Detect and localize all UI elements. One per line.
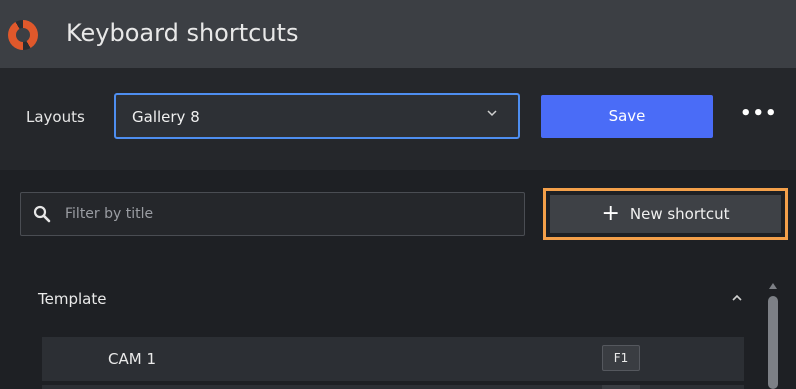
plus-icon: + [601, 201, 620, 226]
scroll-up-arrow-icon[interactable] [769, 283, 777, 289]
layouts-select-value: Gallery 8 [132, 108, 200, 126]
filter-input[interactable] [65, 204, 505, 224]
new-shortcut-button[interactable]: + New shortcut [550, 195, 781, 233]
layouts-toolbar: Layouts Gallery 8 Save ••• [0, 68, 796, 170]
chevron-down-icon [487, 110, 497, 117]
app-logo-icon [8, 20, 38, 50]
search-icon [33, 205, 51, 223]
more-options-button[interactable]: ••• [740, 103, 777, 127]
title-bar: Keyboard shortcuts [0, 0, 796, 68]
chevron-up-icon[interactable] [730, 292, 744, 304]
scrollbar-thumb[interactable] [768, 296, 778, 389]
new-shortcut-label: New shortcut [629, 205, 730, 223]
layouts-label: Layouts [26, 108, 85, 126]
shortcut-label: CAM 1 [108, 350, 156, 368]
window-title: Keyboard shortcuts [66, 19, 299, 47]
shortcut-key-badge-partial [602, 385, 640, 389]
shortcut-row[interactable]: CAM 1 F1 [42, 337, 744, 381]
layouts-select[interactable]: Gallery 8 [114, 93, 520, 139]
save-button[interactable]: Save [541, 95, 713, 138]
group-header-template[interactable]: Template [38, 290, 106, 308]
filter-field[interactable] [20, 192, 525, 236]
shortcut-key-badge: F1 [602, 345, 640, 371]
new-shortcut-highlight: + New shortcut [543, 188, 788, 240]
